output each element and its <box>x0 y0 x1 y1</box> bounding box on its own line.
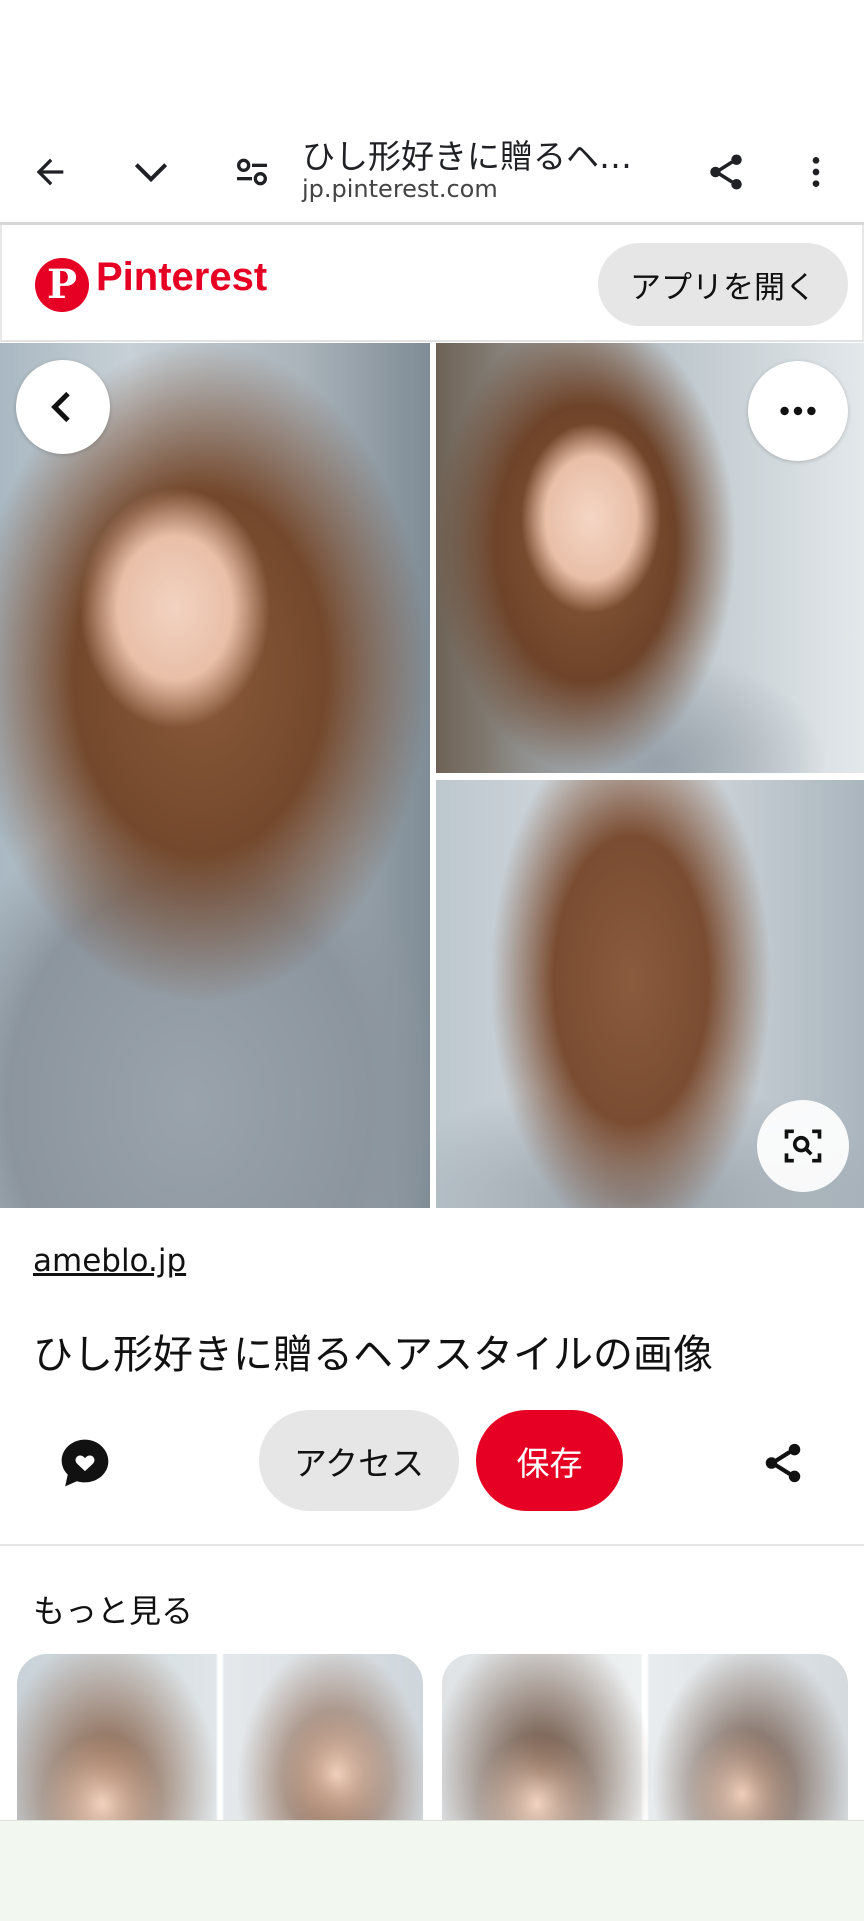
share-icon <box>765 1443 801 1483</box>
pinterest-logo-icon[interactable]: P <box>35 258 89 312</box>
related-pin-thumbnail[interactable] <box>442 1654 848 1820</box>
more-options-button[interactable] <box>776 120 856 224</box>
site-settings-icon <box>237 158 267 186</box>
pinterest-header: P Pinterest アプリを開く <box>0 225 864 342</box>
site-settings-button[interactable] <box>212 120 292 224</box>
comment-heart-icon <box>61 1439 109 1487</box>
page-url[interactable]: jp.pinterest.com <box>302 175 498 203</box>
page-title[interactable]: ひし形好きに贈るヘア… <box>302 130 662 178</box>
back-arrow-icon <box>36 158 64 186</box>
pin-image[interactable] <box>0 343 864 1208</box>
share-button[interactable] <box>686 120 766 224</box>
share-icon <box>710 154 742 190</box>
pin-title: ひし形好きに贈るヘアスタイルの画像 <box>33 1332 713 1378</box>
chevron-left-icon <box>51 391 70 423</box>
visual-search-icon <box>784 1129 822 1163</box>
more-vert-icon <box>812 157 820 187</box>
back-button[interactable] <box>10 120 90 224</box>
more-to-see-heading: もっと見る <box>33 1592 194 1630</box>
related-pin-thumbnail[interactable] <box>17 1654 423 1820</box>
pinterest-wordmark[interactable]: Pinterest <box>96 255 267 300</box>
access-button[interactable]: アクセス <box>259 1410 459 1511</box>
visual-search-button[interactable] <box>757 1100 849 1192</box>
comment-button[interactable] <box>52 1430 118 1496</box>
save-button[interactable]: 保存 <box>476 1410 623 1511</box>
source-link[interactable]: ameblo.jp <box>33 1243 186 1279</box>
hairstyle-photo-front <box>0 343 430 1208</box>
pin-more-button[interactable] <box>748 361 848 461</box>
share-pin-button[interactable] <box>750 1430 816 1496</box>
more-horiz-icon <box>780 406 816 416</box>
browser-toolbar: ひし形好きに贈るヘア… jp.pinterest.com <box>0 120 864 224</box>
collapse-button[interactable] <box>111 120 191 224</box>
bottom-bar <box>0 1820 864 1921</box>
chevron-down-icon <box>134 163 168 183</box>
open-app-button[interactable]: アプリを開く <box>598 243 848 326</box>
section-divider <box>0 1544 864 1546</box>
close-pin-button[interactable] <box>16 360 110 454</box>
